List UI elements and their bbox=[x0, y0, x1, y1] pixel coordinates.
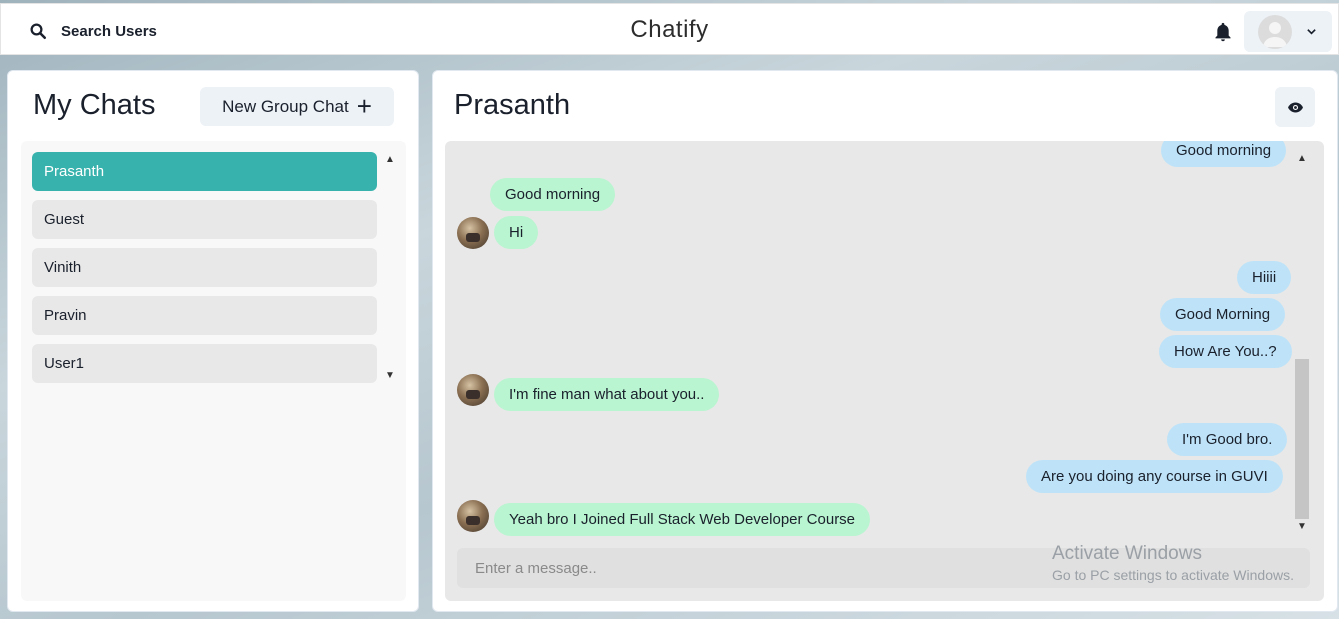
message-outgoing: Hiiii bbox=[1237, 261, 1292, 294]
message-outgoing: Good morning bbox=[1161, 141, 1287, 167]
scroll-up-icon[interactable]: ▲ bbox=[1296, 153, 1308, 165]
avatar bbox=[1258, 14, 1292, 49]
chat-item-vinith[interactable]: Vinith bbox=[32, 248, 377, 287]
chat-title: Prasanth bbox=[454, 89, 571, 121]
my-chats-title: My Chats bbox=[33, 89, 156, 121]
message-input[interactable] bbox=[457, 548, 1310, 588]
message-incoming: Yeah bro I Joined Full Stack Web Develop… bbox=[494, 503, 871, 536]
chat-item-pravin[interactable]: Pravin bbox=[32, 296, 377, 335]
chat-item-user1[interactable]: User1 bbox=[32, 344, 377, 383]
eye-icon bbox=[1287, 102, 1303, 112]
chat-list: Prasanth Guest Vinith Pravin User1 ▲ ▼ bbox=[21, 141, 406, 601]
profile-menu-button[interactable] bbox=[1244, 11, 1332, 52]
message-outgoing: How Are You..? bbox=[1159, 335, 1292, 368]
messages-area: Good morning Good morning Hi Hiiii Good … bbox=[445, 141, 1324, 601]
chat-item-prasanth[interactable]: Prasanth bbox=[32, 152, 377, 191]
chevron-down-icon bbox=[1307, 29, 1316, 35]
message-outgoing: Good Morning bbox=[1160, 298, 1286, 331]
top-bar: Search Users Chatify bbox=[0, 3, 1339, 55]
plus-icon: + bbox=[356, 90, 372, 121]
chat-item-guest[interactable]: Guest bbox=[32, 200, 377, 239]
scroll-up-icon[interactable]: ▲ bbox=[384, 154, 396, 166]
app-title: Chatify bbox=[630, 16, 709, 43]
scroll-down-icon[interactable]: ▼ bbox=[1296, 521, 1308, 533]
sender-avatar bbox=[457, 217, 489, 249]
message-outgoing: Are you doing any course in GUVI bbox=[1026, 460, 1283, 493]
scroll-down-icon[interactable]: ▼ bbox=[384, 370, 396, 382]
new-group-chat-button[interactable]: New Group Chat + bbox=[200, 87, 394, 126]
new-group-chat-label: New Group Chat bbox=[222, 96, 349, 116]
sender-avatar bbox=[457, 500, 489, 532]
search-users-button[interactable]: Search Users bbox=[19, 12, 167, 50]
scrollbar-thumb[interactable] bbox=[1295, 359, 1309, 519]
message-incoming: Good morning bbox=[490, 178, 616, 211]
sender-avatar bbox=[457, 374, 489, 406]
chat-panel: Prasanth Good morning Good morning Hi Hi… bbox=[432, 70, 1338, 612]
message-incoming: I'm fine man what about you.. bbox=[494, 378, 720, 411]
search-users-label: Search Users bbox=[61, 22, 157, 40]
my-chats-panel: My Chats New Group Chat + Prasanth Guest… bbox=[7, 70, 419, 612]
search-icon bbox=[30, 23, 47, 40]
message-incoming: Hi bbox=[494, 216, 539, 249]
notification-bell-icon[interactable] bbox=[1212, 20, 1234, 44]
message-outgoing: I'm Good bro. bbox=[1167, 423, 1288, 456]
view-profile-button[interactable] bbox=[1275, 87, 1315, 127]
